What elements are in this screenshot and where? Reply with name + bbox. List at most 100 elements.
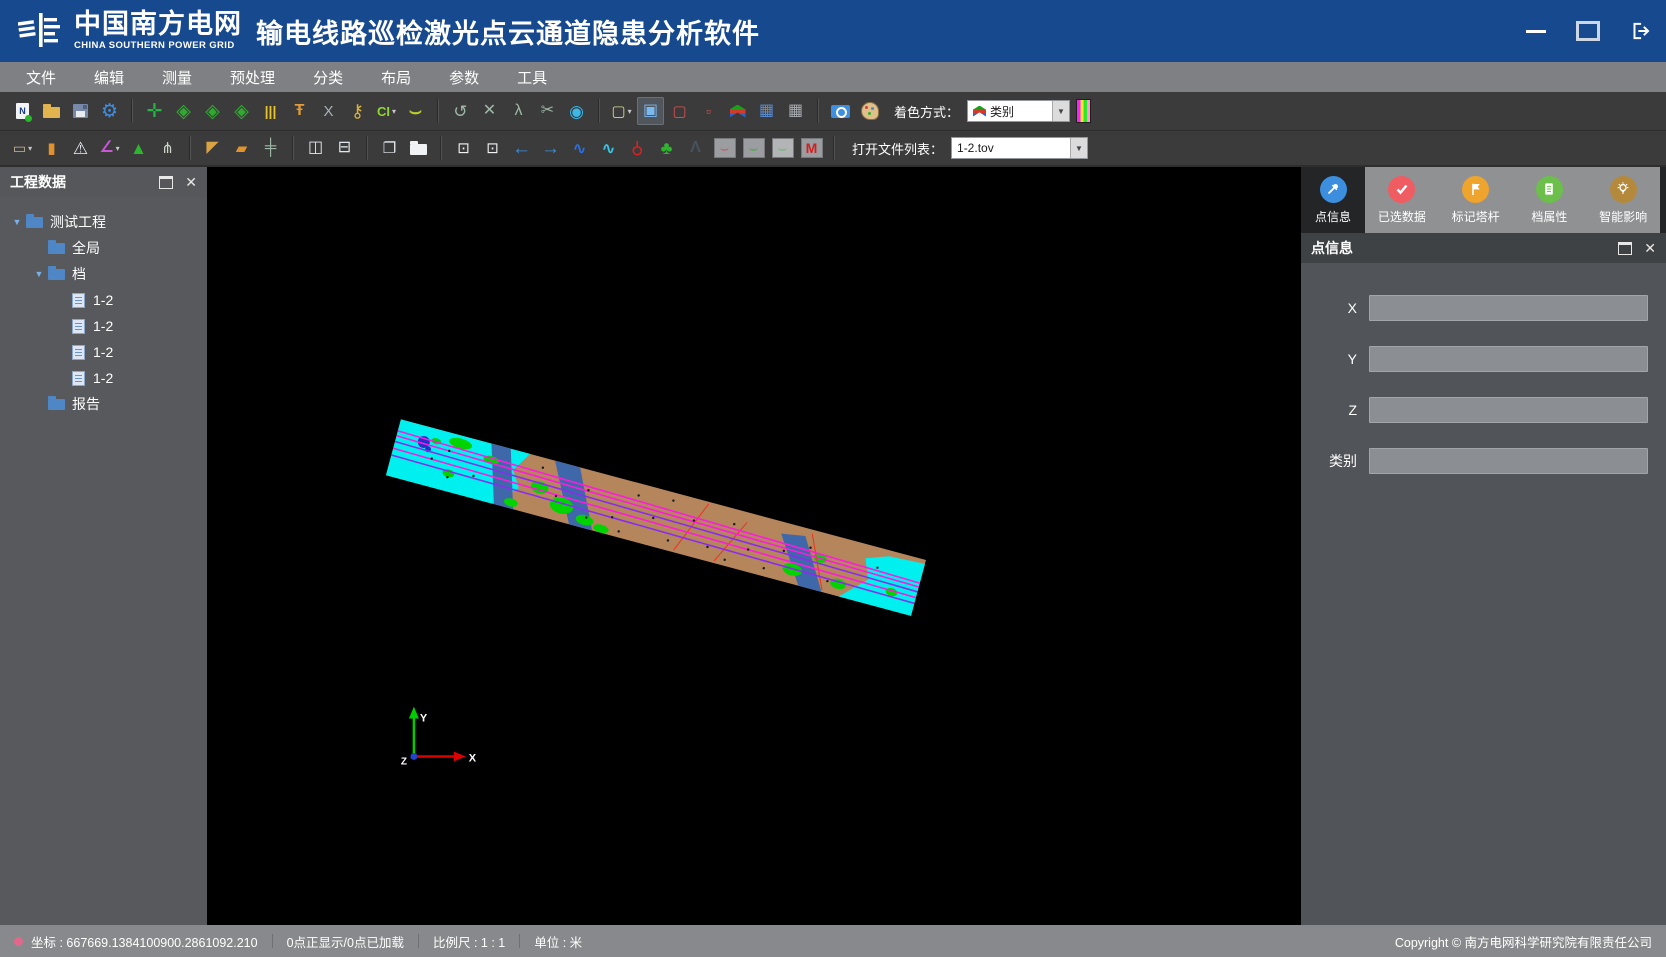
menu-item-参数[interactable]: 参数 <box>437 62 505 92</box>
ruler-x-button[interactable]: X <box>315 97 342 125</box>
split-vertical-button[interactable]: ◫ <box>302 134 329 162</box>
diamond-slash-button-2[interactable]: ◈ <box>199 97 226 125</box>
move-arrows-button[interactable]: ✛ <box>141 97 168 125</box>
colorize-mode-select[interactable]: 类别▼ <box>967 100 1070 122</box>
polyline-cyan-button[interactable]: ∿ <box>595 134 622 162</box>
save-button[interactable] <box>67 97 94 125</box>
camera-button[interactable] <box>827 97 854 125</box>
menu-item-分类[interactable]: 分类 <box>301 62 369 92</box>
x-input[interactable] <box>1369 295 1648 321</box>
location-pin-button[interactable]: ⚲ <box>624 134 651 162</box>
tab-smart-impact[interactable]: 智能影响 <box>1586 167 1660 233</box>
eye-button[interactable]: ◉ <box>563 97 590 125</box>
document-n-button[interactable]: N <box>9 97 36 125</box>
category-input[interactable] <box>1369 448 1648 474</box>
yellow-bars-delete-button[interactable]: ||| <box>257 97 284 125</box>
tree-item-测试工程[interactable]: ▼测试工程 <box>0 209 207 235</box>
z-input[interactable] <box>1369 397 1648 423</box>
status-copyright: Copyright © 南方电网科学研究院有限责任公司 <box>1395 932 1652 951</box>
cross-button[interactable]: ✕ <box>476 97 503 125</box>
menu-item-编辑[interactable]: 编辑 <box>82 62 150 92</box>
maximize-button[interactable] <box>1562 0 1614 62</box>
panel-close-icon[interactable]: ✕ <box>1644 241 1656 255</box>
gear-button[interactable]: ⚙ <box>96 97 123 125</box>
select-dots-button[interactable]: ▫ <box>695 97 722 125</box>
green-arrow-button[interactable]: ▲ <box>125 134 152 162</box>
exit-button[interactable] <box>1614 0 1666 62</box>
dropdown-arrow-icon[interactable]: ▾ <box>392 107 396 116</box>
m-label-button[interactable]: M <box>798 134 825 162</box>
diamond-slash-button-1[interactable]: ◈ <box>170 97 197 125</box>
section-ticks-button[interactable]: ╪ <box>257 134 284 162</box>
select-cursor-button[interactable]: ▣ <box>637 97 664 125</box>
arrow-left-button[interactable]: ← <box>508 134 535 162</box>
scissors-button[interactable]: ✂ <box>534 97 561 125</box>
tree-item-报告[interactable]: 报告 <box>0 391 207 417</box>
panel-restore-icon[interactable] <box>1618 242 1632 255</box>
point-cloud-canvas[interactable]: Y X Z <box>207 167 1301 925</box>
polyline-blue-button[interactable]: ∿ <box>566 134 593 162</box>
tree-item-档[interactable]: ▼档 <box>0 261 207 287</box>
y-input[interactable] <box>1369 346 1648 372</box>
broom-button[interactable]: ◤ <box>199 134 226 162</box>
dropdown-arrow-icon[interactable]: ▾ <box>628 107 632 116</box>
split-horizontal-button[interactable]: ⊟ <box>331 134 358 162</box>
panel-restore-icon[interactable] <box>159 176 173 189</box>
palette-button[interactable] <box>856 97 883 125</box>
orange-flag-button[interactable]: Ŧ <box>286 97 313 125</box>
tree-item-全局[interactable]: 全局 <box>0 235 207 261</box>
expander-icon[interactable]: ▼ <box>10 217 24 227</box>
tab-selected-data[interactable]: 已选数据 <box>1365 167 1439 233</box>
grid-delete-button[interactable]: ▦ <box>753 97 780 125</box>
sag-box-green-button[interactable]: ⌣ <box>740 134 767 162</box>
dropdown-arrow-icon[interactable]: ▾ <box>28 144 32 153</box>
tree-item-1-2[interactable]: 1-2 <box>0 287 207 313</box>
diamond-slash-button-3[interactable]: ◈ <box>228 97 255 125</box>
copy-dots-button-1[interactable]: ⊡ <box>450 134 477 162</box>
open-file-list-select[interactable]: 1-2.tov▼ <box>951 137 1088 159</box>
tree-item-1-2[interactable]: 1-2 <box>0 365 207 391</box>
key-plus-button[interactable]: ⚷ <box>344 97 371 125</box>
folder-white-button[interactable] <box>405 134 432 162</box>
sag-box-red-button[interactable]: ⌣ <box>711 134 738 162</box>
rainbow-bars-icon[interactable] <box>1076 99 1091 123</box>
catenary-curve-button[interactable]: ⌣ <box>402 97 429 125</box>
layers-chevron-button[interactable] <box>724 97 751 125</box>
ci-dropdown-button[interactable]: CI▾ <box>373 97 400 125</box>
tab-span-attrs[interactable]: 档属性 <box>1513 167 1587 233</box>
angle-lines-dropdown-button[interactable]: ∠▾ <box>96 134 123 162</box>
dropdown-arrow-icon[interactable]: ▾ <box>116 144 120 153</box>
cascade-windows-button[interactable]: ❐ <box>376 134 403 162</box>
menu-item-预处理[interactable]: 预处理 <box>218 62 301 92</box>
select-rect-dropdown-button[interactable]: ▢▾ <box>608 97 635 125</box>
tower-button[interactable]: Λ <box>682 134 709 162</box>
minimize-button[interactable] <box>1510 0 1562 62</box>
select-dots-cursor-button[interactable]: ▢ <box>666 97 693 125</box>
profile-box-dropdown-button[interactable]: ▭▾ <box>9 134 36 162</box>
tree-button[interactable]: ♣ <box>653 134 680 162</box>
grid-cursor-button[interactable]: ▦ <box>782 97 809 125</box>
tab-point-info[interactable]: 点信息 <box>1301 167 1365 233</box>
viewport-3d[interactable]: Y X Z <box>207 166 1301 925</box>
menu-item-布局[interactable]: 布局 <box>369 62 437 92</box>
tree-item-1-2[interactable]: 1-2 <box>0 313 207 339</box>
orange-ruler-button[interactable]: ▰ <box>228 134 255 162</box>
panel-close-icon[interactable]: ✕ <box>185 175 197 189</box>
copy-dots-button-2[interactable]: ⊡ <box>479 134 506 162</box>
tab-mark-tower[interactable]: 标记塔杆 <box>1439 167 1513 233</box>
sag-box-gray-button[interactable]: ⌣ <box>769 134 796 162</box>
pole-button[interactable]: λ <box>505 97 532 125</box>
menu-item-文件[interactable]: 文件 <box>14 62 82 92</box>
menu-item-测量[interactable]: 测量 <box>150 62 218 92</box>
arrow-right-button[interactable]: → <box>537 134 564 162</box>
expander-icon[interactable]: ▼ <box>32 269 46 279</box>
warning-triangle-button[interactable]: ⚠ <box>67 134 94 162</box>
tree-item-1-2[interactable]: 1-2 <box>0 339 207 365</box>
open-folder-button[interactable] <box>38 97 65 125</box>
dropdown-arrow-icon[interactable]: ▼ <box>1070 138 1087 158</box>
menu-item-工具[interactable]: 工具 <box>505 62 573 92</box>
dropdown-arrow-icon[interactable]: ▼ <box>1052 101 1069 121</box>
ellipse-rotate-button[interactable]: ↺ <box>447 97 474 125</box>
vertical-ruler-button[interactable]: ▮ <box>38 134 65 162</box>
node-link-button[interactable]: ⋔ <box>154 134 181 162</box>
